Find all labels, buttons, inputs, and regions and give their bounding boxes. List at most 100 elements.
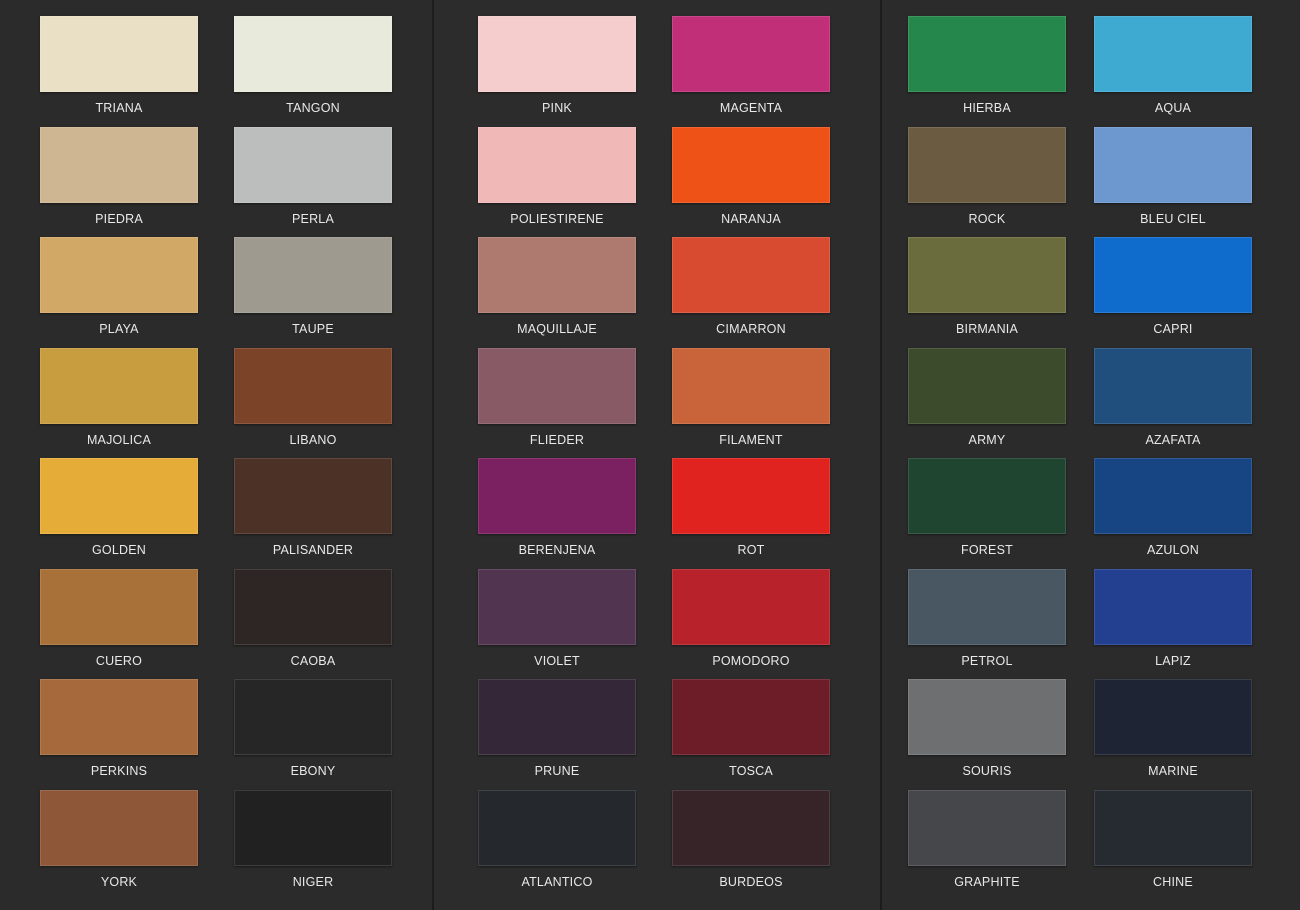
swatch-item: ARMY bbox=[908, 347, 1066, 459]
swatch-label: PERKINS bbox=[90, 764, 148, 778]
swatch-item: BIRMANIA bbox=[908, 237, 1066, 348]
color-swatch bbox=[234, 568, 392, 645]
swatch-label: LAPIZ bbox=[1155, 653, 1191, 668]
color-card-3: HIERBA AQUA ROCK BLEU CIEL BIRMANIA CAPRI ARMY… bbox=[882, 0, 1300, 910]
swatch-label: GRAPHITE bbox=[954, 874, 1020, 889]
swatch-item: LIBANO bbox=[234, 347, 392, 459]
swatch-item: NARANJA bbox=[672, 126, 830, 238]
swatch-grid-3: HIERBA AQUA ROCK BLEU CIEL BIRMANIA CAPRI ARMY… bbox=[908, 16, 1252, 900]
color-swatch bbox=[478, 16, 636, 92]
swatch-item: BLEU CIEL bbox=[1094, 126, 1252, 238]
color-swatch bbox=[40, 458, 198, 534]
swatch-item: PALISANDER bbox=[234, 458, 392, 569]
color-swatch bbox=[478, 679, 636, 755]
swatch-item: TANGON bbox=[234, 16, 392, 127]
swatch-item: CAPRI bbox=[1094, 237, 1252, 348]
swatch-label: BURDEOS bbox=[719, 874, 783, 889]
swatch-item: MAJOLICA bbox=[40, 347, 198, 459]
color-swatch bbox=[908, 126, 1066, 203]
swatch-item: GRAPHITE bbox=[908, 789, 1066, 901]
color-swatch bbox=[908, 458, 1066, 534]
color-swatch bbox=[478, 789, 636, 866]
color-swatch bbox=[908, 237, 1066, 313]
swatch-label: MAJOLICA bbox=[86, 432, 152, 447]
color-swatch bbox=[478, 237, 636, 313]
swatch-label: ARMY bbox=[968, 432, 1006, 447]
swatch-label: ROCK bbox=[968, 211, 1006, 226]
swatch-item: BURDEOS bbox=[672, 789, 830, 901]
swatch-label: BERENJENA bbox=[518, 543, 596, 557]
color-swatch bbox=[908, 679, 1066, 755]
swatch-item: PINK bbox=[478, 16, 636, 127]
color-swatch bbox=[234, 126, 392, 203]
swatch-item: TAUPE bbox=[234, 237, 392, 348]
swatch-label: PINK bbox=[542, 101, 572, 115]
swatch-item: PERKINS bbox=[40, 679, 198, 790]
swatch-label: YORK bbox=[100, 874, 138, 889]
swatch-item: LAPIZ bbox=[1094, 568, 1252, 680]
color-swatch bbox=[1094, 237, 1252, 313]
swatch-item: MAGENTA bbox=[672, 16, 830, 127]
swatch-item: POLIESTIRENE bbox=[478, 126, 636, 238]
swatch-item: CHINE bbox=[1094, 789, 1252, 901]
swatch-item: ROT bbox=[672, 458, 830, 569]
color-swatch bbox=[234, 458, 392, 534]
swatch-label: SOURIS bbox=[962, 764, 1012, 778]
swatch-label: GOLDEN bbox=[92, 543, 146, 557]
color-swatch bbox=[908, 568, 1066, 645]
swatch-item: EBONY bbox=[234, 679, 392, 790]
color-swatch bbox=[672, 126, 830, 203]
swatch-label: FOREST bbox=[961, 543, 1013, 557]
swatch-item: ATLANTICO bbox=[478, 789, 636, 901]
swatch-item: MAQUILLAJE bbox=[478, 237, 636, 348]
swatch-item: CIMARRON bbox=[672, 237, 830, 348]
swatch-item: MARINE bbox=[1094, 679, 1252, 790]
swatch-label: PALISANDER bbox=[272, 543, 354, 557]
color-swatch bbox=[40, 126, 198, 203]
swatch-label: PETROL bbox=[961, 653, 1013, 668]
color-swatch bbox=[908, 347, 1066, 424]
color-swatch bbox=[234, 789, 392, 866]
swatch-label: CAOBA bbox=[290, 653, 336, 668]
swatch-label: MAGENTA bbox=[719, 101, 783, 115]
swatch-item: AZULON bbox=[1094, 458, 1252, 569]
swatch-label: LIBANO bbox=[289, 432, 337, 447]
swatch-label: TAUPE bbox=[292, 322, 334, 336]
swatch-item: TOSCA bbox=[672, 679, 830, 790]
color-swatch bbox=[478, 458, 636, 534]
swatch-item: GOLDEN bbox=[40, 458, 198, 569]
color-swatch bbox=[672, 458, 830, 534]
swatch-label: POLIESTIRENE bbox=[510, 211, 604, 226]
swatch-label: ROT bbox=[737, 543, 765, 557]
color-card-2: PINK MAGENTA POLIESTIRENE NARANJA MAQUILLAJE… bbox=[434, 0, 880, 910]
color-swatch bbox=[672, 237, 830, 313]
swatch-item: CUERO bbox=[40, 568, 198, 680]
swatch-item: PETROL bbox=[908, 568, 1066, 680]
swatch-label: FILAMENT bbox=[719, 432, 783, 447]
color-swatch bbox=[40, 789, 198, 866]
swatch-label: BIRMANIA bbox=[955, 322, 1019, 336]
swatch-item: VIOLET bbox=[478, 568, 636, 680]
swatch-item: CAOBA bbox=[234, 568, 392, 680]
color-swatch bbox=[672, 347, 830, 424]
swatch-item: FOREST bbox=[908, 458, 1066, 569]
swatch-label: EBONY bbox=[290, 764, 336, 778]
color-swatch bbox=[234, 237, 392, 313]
color-swatch bbox=[1094, 16, 1252, 92]
color-swatch bbox=[672, 568, 830, 645]
color-swatch bbox=[40, 679, 198, 755]
swatch-label: CIMARRON bbox=[716, 322, 786, 336]
swatch-item: PIEDRA bbox=[40, 126, 198, 238]
color-swatch bbox=[1094, 568, 1252, 645]
color-swatch bbox=[672, 679, 830, 755]
swatch-label: MAQUILLAJE bbox=[517, 322, 597, 336]
color-card-1: TRIANA TANGON PIEDRA PERLA PLAYA TAUPE MAJOLIC… bbox=[0, 0, 432, 910]
swatch-item: AQUA bbox=[1094, 16, 1252, 127]
swatch-label: CHINE bbox=[1153, 874, 1193, 889]
swatch-item: PERLA bbox=[234, 126, 392, 238]
swatch-item: PRUNE bbox=[478, 679, 636, 790]
swatch-item: FLIEDER bbox=[478, 347, 636, 459]
swatch-label: AZULON bbox=[1147, 543, 1199, 557]
color-swatch bbox=[1094, 789, 1252, 866]
swatch-item: NIGER bbox=[234, 789, 392, 901]
